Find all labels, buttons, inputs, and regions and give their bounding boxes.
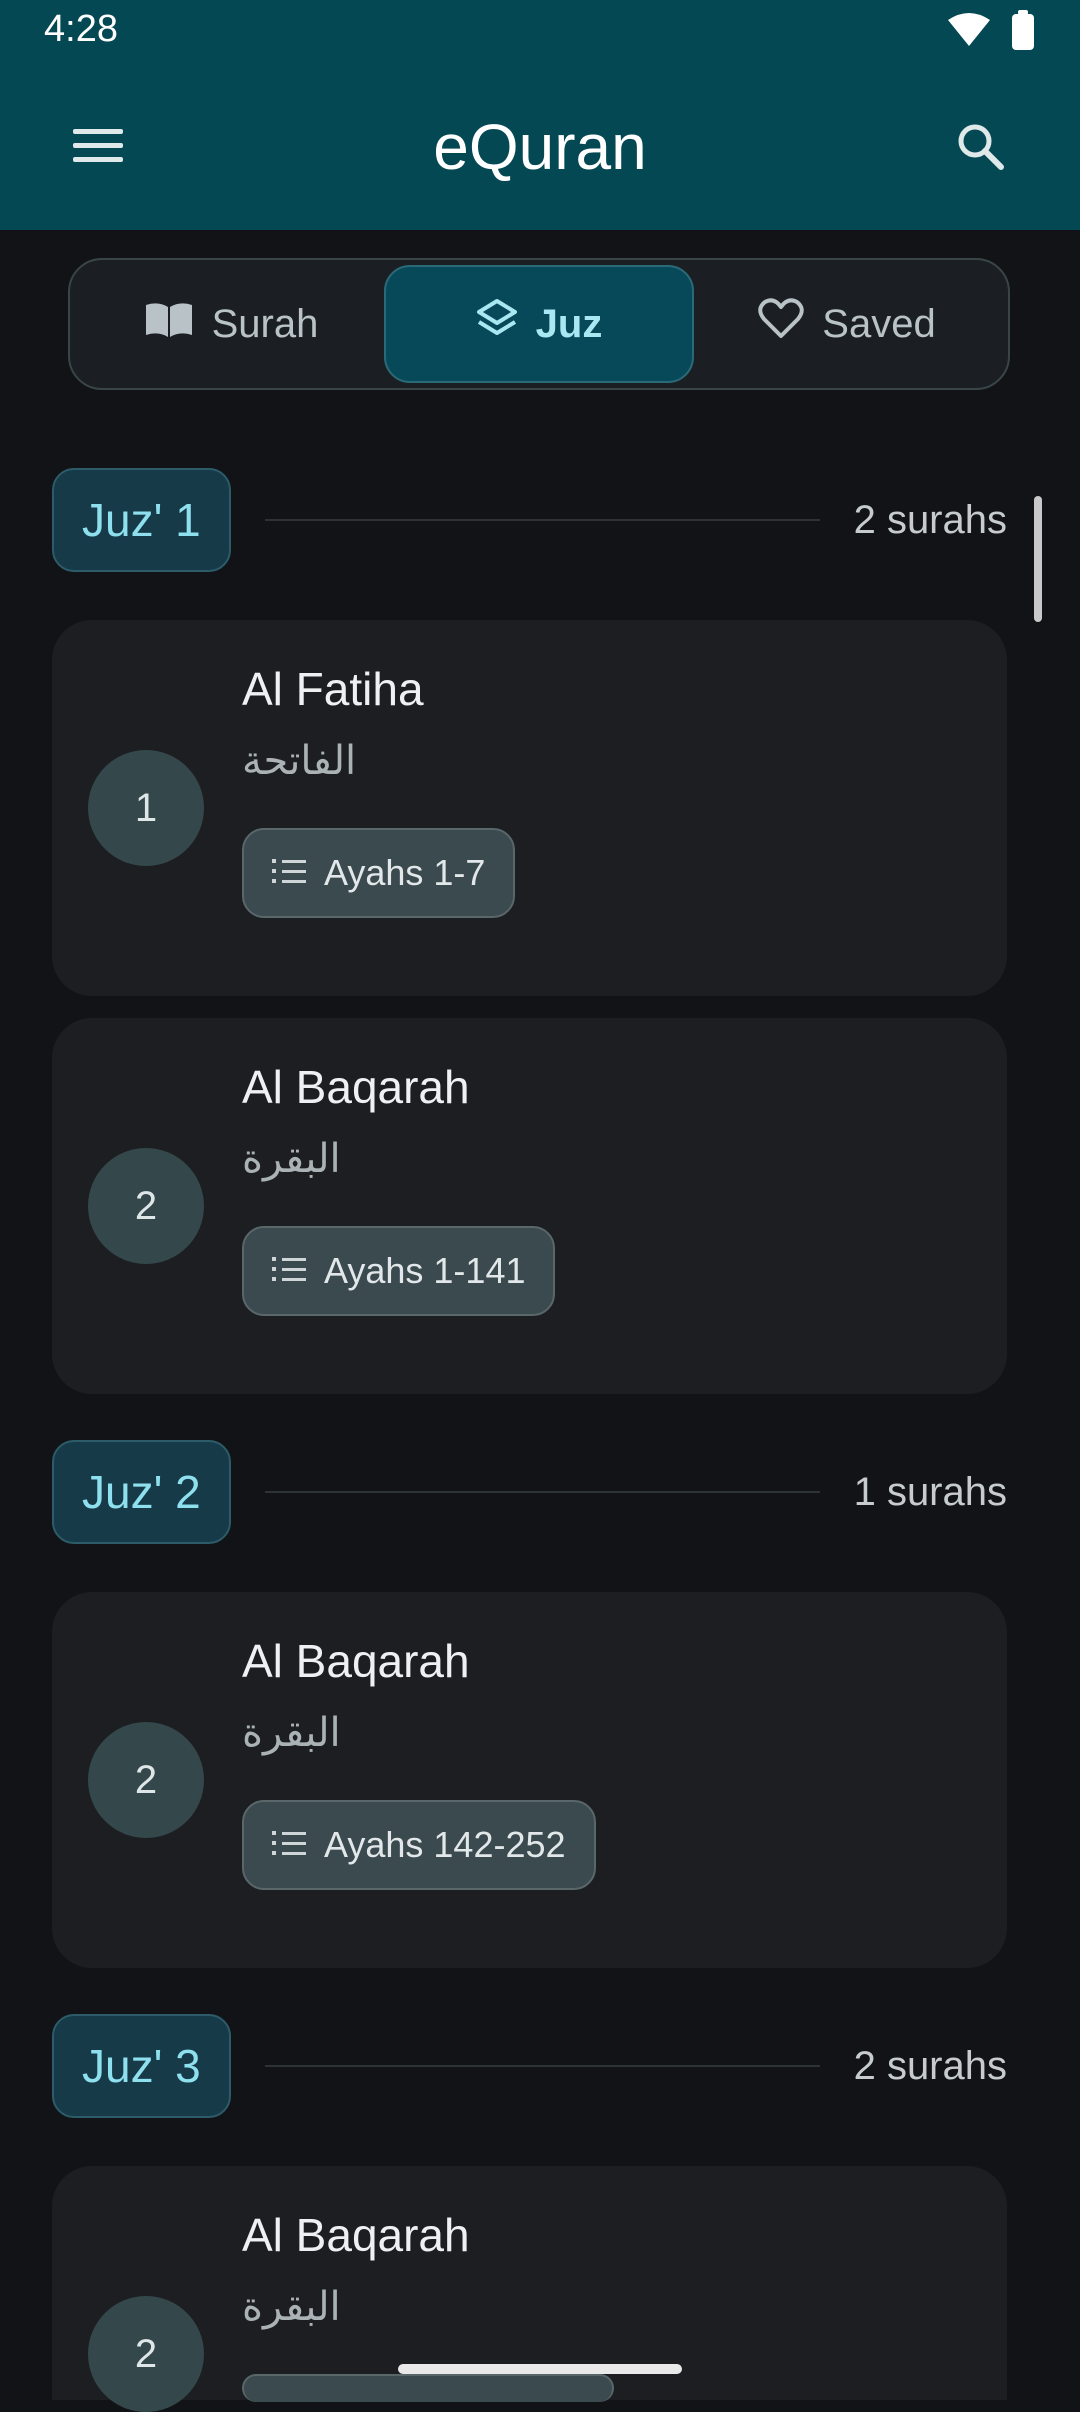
surah-card[interactable]: 2 Al Baqarah البقرة Ayahs 1-141 <box>52 1018 1007 1394</box>
layers-icon <box>476 298 518 350</box>
tab-juz[interactable]: Juz <box>384 265 694 383</box>
view-tabs: Surah Juz Saved <box>68 258 1010 390</box>
list-icon <box>272 1250 306 1292</box>
juz-badge: Juz' 3 <box>52 2014 231 2118</box>
divider <box>264 1491 820 1493</box>
tab-juz-label: Juz <box>535 301 603 346</box>
divider <box>264 2065 820 2067</box>
app-title: eQuran <box>433 111 647 183</box>
tab-surah[interactable]: Surah <box>78 267 384 381</box>
home-indicator[interactable] <box>398 2364 682 2374</box>
juz-header: Juz' 2 1 surahs <box>52 1438 1007 1546</box>
ayah-range: Ayahs 1-7 <box>324 852 486 893</box>
ayah-range: Ayahs 142-252 <box>324 1824 566 1865</box>
surah-name: Al Baqarah <box>242 1061 470 1113</box>
scrollbar[interactable] <box>1034 496 1042 622</box>
surah-card[interactable]: 2 Al Baqarah البقرة Ayahs 142-252 <box>52 1592 1007 1968</box>
status-icons <box>946 10 1036 55</box>
battery-icon <box>1010 10 1036 55</box>
wifi-icon <box>946 12 992 53</box>
surah-name: Al Fatiha <box>242 663 424 715</box>
list-icon <box>272 852 306 894</box>
heart-icon <box>758 298 805 350</box>
surah-arabic-name: البقرة <box>242 1137 341 1181</box>
app-bar: 4:28 eQuran <box>0 0 1080 230</box>
juz-surah-count: 1 surahs <box>853 1469 1007 1514</box>
juz-surah-count: 2 surahs <box>853 2043 1007 2088</box>
list-icon <box>272 1824 306 1866</box>
juz-header: Juz' 3 2 surahs <box>52 2012 1007 2120</box>
ayah-range: Ayahs 1-141 <box>324 1250 526 1291</box>
surah-arabic-name: البقرة <box>242 1711 341 1755</box>
juz-badge: Juz' 1 <box>52 468 231 572</box>
ayah-range-chip <box>242 2374 614 2402</box>
search-icon <box>955 121 1005 176</box>
tab-saved[interactable]: Saved <box>694 267 1000 381</box>
surah-number: 2 <box>88 1148 204 1264</box>
surah-number: 2 <box>88 1722 204 1838</box>
surah-number: 1 <box>88 750 204 866</box>
surah-arabic-name: الفاتحة <box>242 739 357 783</box>
surah-arabic-name: البقرة <box>242 2285 341 2329</box>
book-open-icon <box>144 299 194 349</box>
ayah-range-chip: Ayahs 1-141 <box>242 1226 556 1316</box>
surah-name: Al Baqarah <box>242 1635 470 1687</box>
surah-number: 2 <box>88 2296 204 2412</box>
surah-card[interactable]: 1 Al Fatiha الفاتحة Ayahs 1-7 <box>52 620 1007 996</box>
surah-name: Al Baqarah <box>242 2209 470 2261</box>
juz-surah-count: 2 surahs <box>853 497 1007 542</box>
search-button[interactable] <box>950 118 1010 178</box>
divider <box>264 519 820 521</box>
status-time: 4:28 <box>44 8 118 50</box>
ayah-range-chip: Ayahs 142-252 <box>242 1800 596 1890</box>
juz-header: Juz' 1 2 surahs <box>52 466 1007 574</box>
juz-badge: Juz' 2 <box>52 1440 231 1544</box>
tab-surah-label: Surah <box>211 301 319 346</box>
tab-saved-label: Saved <box>822 301 936 346</box>
ayah-range-chip: Ayahs 1-7 <box>242 828 516 918</box>
